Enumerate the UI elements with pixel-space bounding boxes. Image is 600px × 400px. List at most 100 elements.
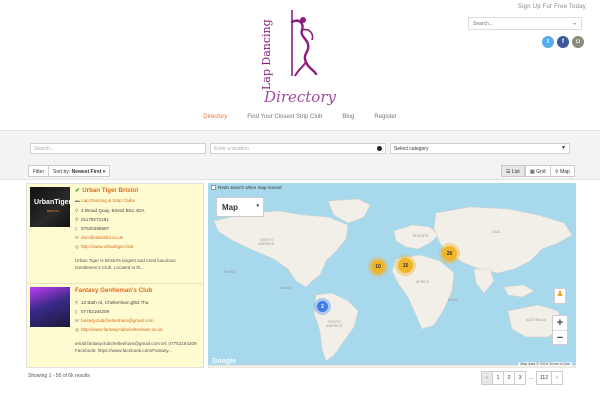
listing-phone-2: ▯ 07530395597 [75,226,109,232]
cluster-count: 2 [321,303,324,310]
svg-text:Atlantic: Atlantic [280,286,292,290]
view-grid-label: Grid [536,169,546,175]
map-type-label: Map [222,203,238,212]
pagination: ‹ 1 2 3 ... 112 › [481,371,563,385]
listing-website-text: http://www.urbantiger.club [81,244,134,249]
nav-directory[interactable]: Directory [193,114,237,120]
chevron-down-icon: ▼ [561,145,566,151]
redo-search-checkbox[interactable] [211,185,216,190]
listing-title[interactable]: Fantasy Gentleman's Club [75,287,152,294]
listing-email[interactable]: ✉ fantasyclubcheltenham@gmail.com [75,318,154,324]
nav-blog[interactable]: Blog [332,114,364,120]
grid-icon: ▦ [530,169,535,175]
cluster-count: 26 [446,250,453,257]
listing-search-input[interactable]: Search... [30,143,206,154]
caret-down-icon: ▾ [256,203,259,209]
logo-line2: Directory [264,88,336,106]
map-cluster-marker[interactable]: 10 [371,260,385,274]
listing-address: ⚲ 4 Broad Quay, Bristol BS1 4DA [75,208,145,214]
listing-card[interactable]: UrbanTiger BRISTOL ✔ Urban Tiger Bristol … [27,184,203,284]
map-cluster-marker[interactable]: 26 [442,246,457,261]
svg-text:AFRICA: AFRICA [416,280,430,284]
logo-line1: Lap Dancing [260,19,273,90]
site-logo[interactable]: Lap Dancing Directory [260,8,340,106]
redo-search-toggle[interactable]: Redo search when map moved [211,185,282,190]
listing-description: email:fantasyclubcheltenham@gmail.com te… [75,341,197,353]
listing-phone-text: 07752164209 [81,309,110,314]
zoom-in-button[interactable]: + [553,316,567,330]
sort-label: Sort by: [53,169,71,175]
thumbnail-logo-text: UrbanTiger [34,199,72,206]
nav-find-closest[interactable]: Find Your Closest Strip Club [237,114,332,120]
svg-text:Indian: Indian [448,298,458,302]
thumbnail-logo-sub: BRISTOL [47,209,60,213]
listing-description: Urban Tiger is Bristol's largest and mos… [75,258,176,270]
caret-down-icon: ▾ [102,169,106,175]
svg-text:ASIA: ASIA [492,230,501,234]
zoom-out-button[interactable]: − [553,330,567,344]
view-list-button[interactable]: ☰ List [501,165,525,177]
view-grid-button[interactable]: ▦ Grid [525,165,551,177]
sort-dropdown[interactable]: Sort by: Newest First ▾ [48,165,111,177]
listing-card[interactable]: Fantasy Gentleman's Club ⚲ 12 Bath rd, Ch… [27,284,203,367]
view-map-button[interactable]: ⚲ Map [550,165,575,177]
map-cluster-marker[interactable]: 15 [398,258,413,273]
cluster-count: 10 [375,264,381,270]
listing-phone: ✆ 01179272181 [75,217,109,223]
category-select[interactable]: Select category ▼ [390,143,570,154]
search-filter-bar: Search... Enter a location Select catego… [0,130,600,180]
pagination-page-last[interactable]: 112 [536,371,552,385]
map-attribution[interactable]: Map data © 2018 Terms of Use [518,362,572,366]
redo-search-label: Redo search when map moved [218,185,282,190]
listing-email[interactable]: ✉ dom@utbristol.co.uk [75,235,123,241]
listing-title-text: Urban Tiger Bristol [82,187,139,194]
view-map-label: Map [560,169,570,175]
twitter-icon[interactable]: t [542,36,554,48]
pagination-next[interactable]: › [550,371,563,385]
arrow-right-icon[interactable]: → [567,20,581,27]
svg-text:AMERICA: AMERICA [258,242,275,246]
filter-button[interactable]: Filter [28,165,50,177]
category-select-value: Select category [394,146,429,152]
listing-category[interactable]: ▬Lap Dancing & Strip Clubs [75,198,135,203]
verified-check-icon: ✔ [75,187,81,194]
header-search-input[interactable] [469,18,567,29]
view-list-label: List [511,169,520,175]
google-logo: Google [212,358,237,365]
location-input[interactable]: Enter a location [210,143,386,154]
street-view-pegman-icon[interactable]: ♟ [554,288,566,304]
map-type-button[interactable]: Map ▾ [216,197,264,217]
svg-text:EUROPE: EUROPE [413,234,429,238]
nav-register[interactable]: Register [364,114,406,120]
header-utilities: Sign Up For Free Today → t f ◘ [468,4,586,48]
map-zoom-control: + − [552,315,568,345]
listing-address-text: 4 Broad Quay, Bristol BS1 4DA [81,208,145,213]
svg-text:AUSTRALIA: AUSTRALIA [526,318,547,322]
listing-website[interactable]: ◎ http://www.urbantiger.club [75,244,134,250]
signup-link[interactable]: Sign Up For Free Today [468,4,586,10]
social-links: t f ◘ [468,36,584,48]
svg-text:Pacific: Pacific [224,270,235,274]
facebook-icon[interactable]: f [557,36,569,48]
listing-phone-text: 01179272181 [81,217,109,222]
sort-value: Newest First [71,169,102,175]
listing-website-text: http://www.fantasyclubcheltenham.co.uk [81,327,163,332]
listing-thumbnail[interactable] [30,287,70,327]
listing-list: UrbanTiger BRISTOL ✔ Urban Tiger Bristol … [26,183,204,368]
listing-thumbnail[interactable]: UrbanTiger BRISTOL [30,187,72,227]
listing-phone: ▯ 07752164209 [75,309,109,315]
results-map[interactable]: NORTH AMERICA SOUTH AMERICA EUROPE AFRICA … [208,183,576,368]
results-count: Showing 1 - 50 of 6k results [28,373,90,379]
svg-text:AMERICA: AMERICA [326,324,343,328]
listing-title[interactable]: ✔ Urban Tiger Bristol [75,187,138,194]
instagram-icon[interactable]: ◘ [572,36,584,48]
list-icon: ☰ [506,169,511,175]
listing-website[interactable]: ◎ http://www.fantasyclubcheltenham.co.uk [75,327,163,333]
listing-address: ⚲ 12 Bath rd, Cheltenham,gl53 7ha [75,300,148,306]
map-pin-icon: ⚲ [555,169,559,175]
header-search: → [468,17,582,30]
listing-phone-2-text: 07530395597 [81,226,110,231]
locate-icon[interactable] [377,146,382,151]
map-cluster-marker[interactable]: 2 [317,301,328,312]
listing-category-text: Lap Dancing & Strip Clubs [81,198,135,203]
